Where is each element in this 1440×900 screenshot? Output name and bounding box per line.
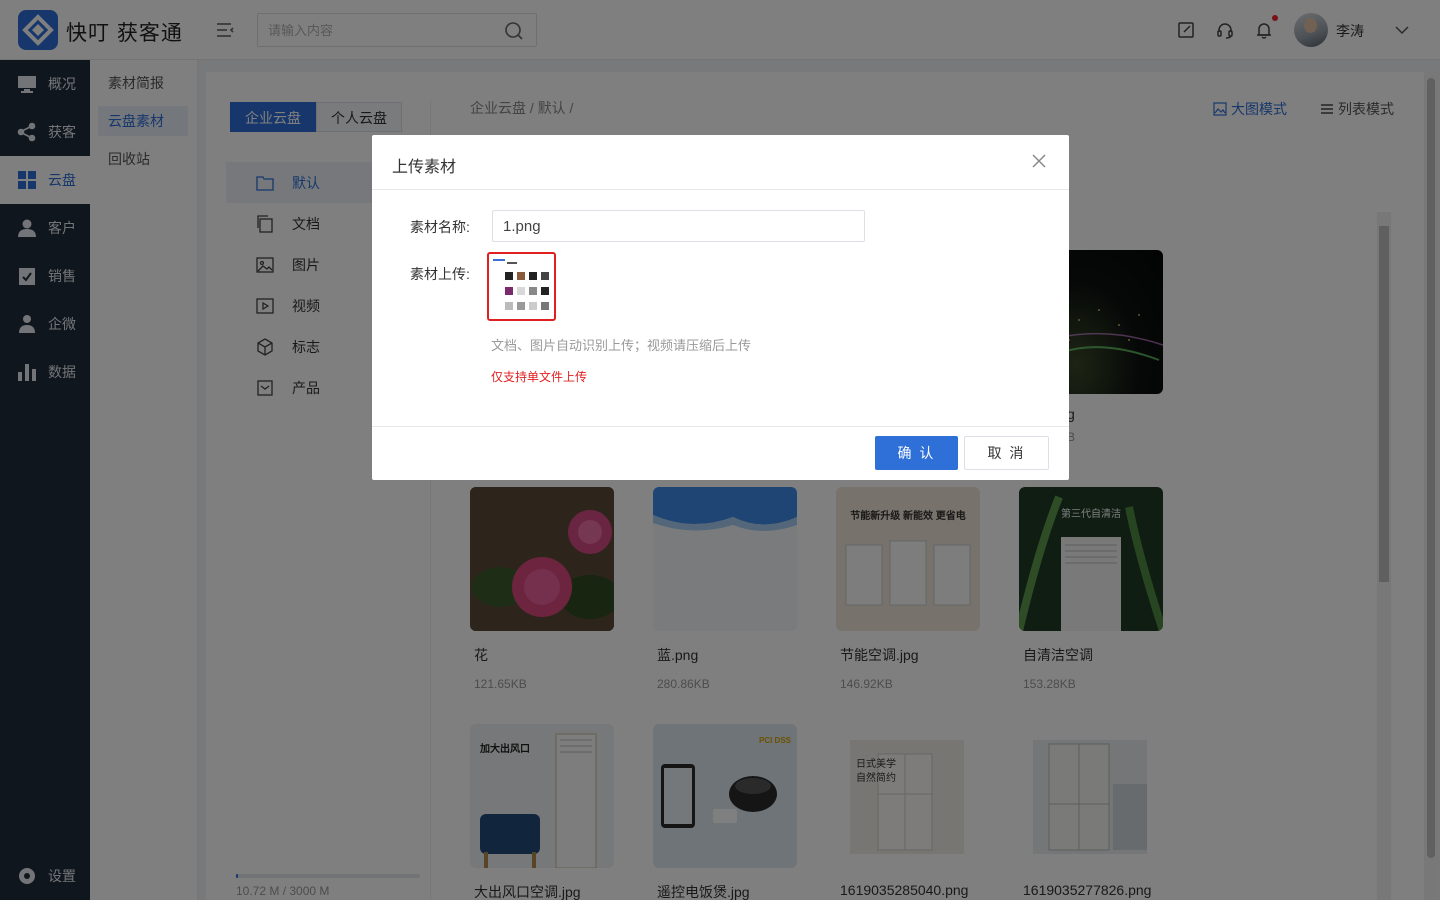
upload-preview-thumbnail[interactable] — [487, 252, 556, 321]
upload-material-dialog: 上传素材 素材名称: 素材上传: 文档、图片自动识别上传；视频请压缩后上传 仅支… — [372, 135, 1069, 480]
material-name-input[interactable] — [492, 210, 865, 242]
material-upload-label: 素材上传: — [410, 266, 470, 282]
upload-warning: 仅支持单文件上传 — [491, 370, 588, 384]
dialog-footer-divider — [372, 426, 1069, 427]
close-icon[interactable] — [1031, 153, 1047, 169]
cancel-button[interactable]: 取 消 — [964, 436, 1049, 470]
material-name-label: 素材名称: — [410, 219, 470, 235]
confirm-button[interactable]: 确 认 — [875, 436, 958, 470]
upload-hint: 文档、图片自动识别上传；视频请压缩后上传 — [491, 338, 752, 353]
dialog-title: 上传素材 — [392, 159, 457, 176]
dialog-divider — [372, 189, 1069, 190]
